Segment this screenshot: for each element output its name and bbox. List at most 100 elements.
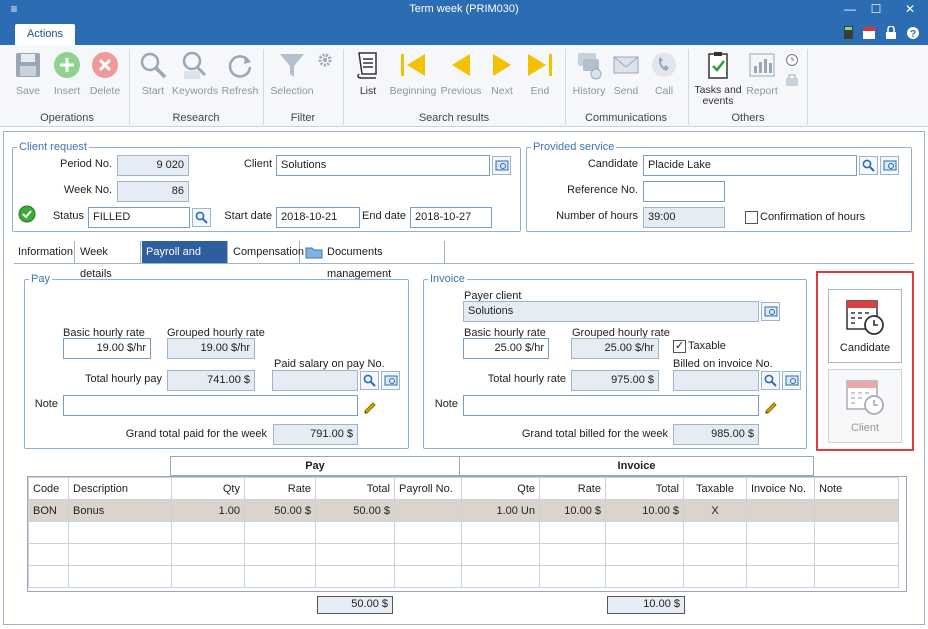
invoice-note-label: Note [434,398,458,410]
save-button[interactable]: Save [8,49,48,97]
tab-week-details[interactable]: Week details [76,241,141,280]
tab-compensation[interactable]: Compensation [229,241,304,263]
billed-search-button[interactable] [761,371,780,390]
col-header[interactable]: Note [814,477,899,500]
gear-icon[interactable] [318,53,332,67]
client-button[interactable]: Client [828,369,902,443]
invoice-note-field[interactable] [463,395,759,416]
col-header[interactable]: Rate [244,477,316,500]
confirmation-checkbox[interactable] [745,211,758,224]
pay-total-label: Total hourly pay [84,373,162,385]
tab-actions[interactable]: Actions [15,24,75,45]
beginning-button[interactable]: Beginning [388,49,438,97]
table-row[interactable] [28,543,899,566]
col-header[interactable]: Code [28,477,69,500]
tab-payroll-billing[interactable]: Payroll and Billing [142,241,228,280]
start-date-field[interactable]: 2018-10-21 [276,207,360,228]
insert-button[interactable]: Insert [48,49,86,97]
close-icon[interactable]: ✕ [898,0,922,20]
history-button[interactable]: History [570,49,608,97]
payer-lookup-button[interactable] [761,302,780,321]
tab-information[interactable]: Information [14,241,75,263]
client-field[interactable]: Solutions [276,155,490,176]
taxable-checkbox[interactable]: ✓ [673,340,686,353]
cell-total: 50.00 $ [315,499,395,522]
candidate-field[interactable]: Placide Lake [643,155,857,176]
status-search-button[interactable] [192,208,211,227]
pay-note-field[interactable] [63,395,358,416]
client-lookup-button[interactable] [492,156,511,175]
pay-grouped-rate-field[interactable]: 19.00 $/hr [167,338,255,359]
billed-invoice-field[interactable] [673,370,759,391]
calendar-clock-icon [846,300,884,335]
end-date-field[interactable]: 2018-10-27 [410,207,492,228]
selection-button[interactable]: Selection [268,49,316,97]
week-label: Week No. [63,184,112,196]
pencil-icon [765,401,777,413]
client-label: Client [243,158,272,170]
candidate-lookup-button[interactable] [880,156,899,175]
paid-salary-search-button[interactable] [360,371,379,390]
clock-icon[interactable] [785,53,799,67]
end-button[interactable]: End [522,49,558,97]
table-row[interactable] [28,521,899,544]
week-field[interactable]: 86 [117,181,189,202]
hours-label: Number of hours [556,210,638,222]
minimize-icon[interactable]: — [838,0,862,20]
status-field[interactable]: FILLED [88,207,190,228]
cell-taxable: X [683,499,747,522]
col-header[interactable]: Qty [171,477,245,500]
col-header[interactable]: Total [605,477,684,500]
col-header[interactable]: Description [68,477,172,500]
pay-basic-rate-field[interactable]: 19.00 $/hr [63,338,151,359]
invoice-basic-rate-field[interactable]: 25.00 $/hr [463,338,549,359]
cell-invoice-no [746,499,815,522]
list-button[interactable]: List [350,49,386,97]
col-header[interactable]: Payroll No. [394,477,462,500]
candidate-button-label: Candidate [839,342,891,354]
invoice-grand-total-label: Grand total billed for the week [521,428,668,440]
invoice-grand-total-field[interactable]: 985.00 $ [673,424,759,445]
billed-lookup-button[interactable] [782,371,801,390]
tasks-events-button[interactable]: Tasks and events [692,49,744,107]
candidate-search-button[interactable] [859,156,878,175]
col-header[interactable]: Qte [461,477,540,500]
pay-total-field[interactable]: 741.00 $ [167,370,255,391]
candidate-button[interactable]: Candidate [828,289,902,363]
previous-button[interactable]: Previous [440,49,482,97]
col-header[interactable]: Total [315,477,395,500]
next-button[interactable]: Next [484,49,520,97]
paid-salary-field[interactable] [272,370,358,391]
reference-field[interactable] [643,181,725,202]
delete-button[interactable]: Delete [86,49,124,97]
table-row[interactable]: BON Bonus 1.00 50.00 $ 50.00 $ 1.00 Un 1… [28,499,899,522]
last-record-icon [528,54,552,76]
payer-client-field[interactable]: Solutions [463,301,759,322]
invoice-total-field[interactable]: 975.00 $ [571,370,659,391]
col-header[interactable]: Invoice No. [746,477,815,500]
search-icon [363,374,376,387]
col-header[interactable]: Rate [539,477,606,500]
invoice-grouped-rate-field[interactable]: 25.00 $/hr [571,338,659,359]
keywords-button[interactable]: Keywords [172,49,218,97]
report-button[interactable]: Report [744,49,780,97]
pay-grand-total-field[interactable]: 791.00 $ [273,424,358,445]
cell-note [814,499,899,522]
candidate-label: Candidate [587,158,638,170]
tools-icon[interactable] [784,73,800,87]
maximize-icon[interactable]: ☐ [864,0,888,20]
period-label: Period No. [60,158,112,170]
cell-qte: 1.00 Un [461,499,540,522]
start-button[interactable]: Start [136,49,170,97]
toolbar-utility-icons[interactable]: ? [842,26,924,40]
call-button[interactable]: Call [646,49,682,97]
hours-field[interactable]: 39:00 [643,207,725,228]
table-row[interactable] [28,565,899,588]
col-header[interactable]: Taxable [683,477,747,500]
invoice-note-edit-button[interactable] [761,396,780,415]
refresh-button[interactable]: Refresh [220,49,260,97]
send-button[interactable]: Send [608,49,644,97]
period-field[interactable]: 9 020 [117,155,189,176]
pay-note-edit-button[interactable] [360,396,379,415]
paid-salary-lookup-button[interactable] [381,371,400,390]
